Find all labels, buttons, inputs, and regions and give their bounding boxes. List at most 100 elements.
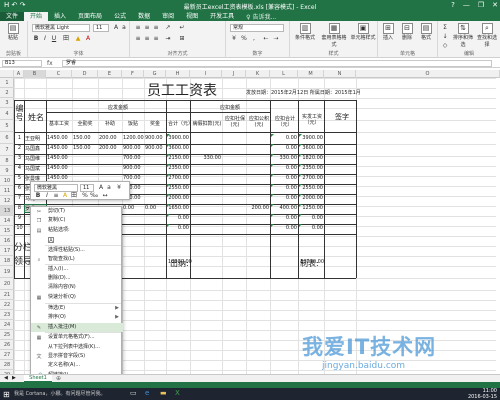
row-header[interactable]: 2 <box>0 88 14 98</box>
tell-me-box[interactable]: ♀ 告诉我... <box>240 12 276 21</box>
paste-button[interactable]: ▤ 粘贴 <box>3 23 23 41</box>
row-value[interactable]: 0.00 <box>271 145 297 151</box>
column-header[interactable]: N <box>324 70 356 78</box>
row-value[interactable]: 2550.00 <box>299 185 323 191</box>
column-header[interactable]: B <box>24 70 46 78</box>
row-value[interactable]: 2350.00 <box>167 165 189 171</box>
tab-review[interactable]: 审阅 <box>156 12 180 21</box>
context-menu-item[interactable]: 排序(O) ▶ <box>31 313 123 322</box>
align-left-icon[interactable]: ≡ <box>134 35 142 43</box>
row-value[interactable]: 2000.00 <box>299 195 323 201</box>
row-name[interactable]: 马国斌 <box>25 165 46 172</box>
row-header[interactable]: 5 <box>0 120 14 132</box>
align-top-icon[interactable]: ≡ <box>134 24 142 32</box>
column-header[interactable]: O <box>356 70 500 78</box>
context-menu-item[interactable]: ❐ 复制(C) <box>31 216 123 225</box>
row-value[interactable]: 0.00 <box>271 215 297 221</box>
font-size-select[interactable]: 11 <box>93 24 109 32</box>
row-header[interactable]: 8 <box>0 156 14 166</box>
prev-sheet-icon[interactable]: ◀ <box>4 375 8 381</box>
tab-developer[interactable]: 开发工具 <box>204 12 240 21</box>
header-subsidy[interactable]: 补助 <box>100 120 120 127</box>
minimize-icon[interactable]: — <box>463 1 470 9</box>
cell-styles-button[interactable]: ▣ 单元格样式 <box>350 23 376 41</box>
border-icon[interactable]: 田 <box>70 192 78 200</box>
row-value[interactable]: 900.00 <box>145 135 165 141</box>
header-allowance[interactable]: 全勤奖 <box>74 120 96 127</box>
row-value[interactable]: 0.00 <box>271 175 297 181</box>
increase-decimal-icon[interactable]: ⇠ <box>262 35 270 43</box>
column-header[interactable]: D <box>72 70 98 78</box>
row-header[interactable]: 12 <box>0 196 14 206</box>
conditional-format-button[interactable]: ▥ 条件格式 <box>292 23 318 41</box>
decrease-decimal-icon[interactable]: ⇢ <box>272 35 280 43</box>
tab-page-layout[interactable]: 页面布局 <box>72 12 108 21</box>
percent-icon[interactable]: % <box>81 192 89 200</box>
row-header[interactable]: 11 <box>0 186 14 196</box>
formula-input[interactable]: 罗睿 <box>62 60 492 67</box>
row-header[interactable]: 23 <box>0 310 14 320</box>
row-value[interactable]: 1450.00 <box>47 145 71 151</box>
context-menu-item[interactable]: 插入(I)... <box>31 265 123 274</box>
header-sick[interactable]: 病假扣款(元) <box>192 120 222 127</box>
sheet-tab[interactable]: Sheet1 <box>24 375 52 382</box>
row-value[interactable]: 3900.00 <box>167 135 189 141</box>
row-value[interactable]: 900.00 <box>123 165 143 171</box>
row-no[interactable]: 6 <box>15 185 24 191</box>
task-view-icon[interactable]: ▭ <box>130 389 137 397</box>
context-menu-item[interactable]: 清除内容(N) <box>31 283 123 292</box>
header-basic[interactable]: 基本工资 <box>48 120 70 127</box>
row-value[interactable]: 2700.00 <box>299 175 323 181</box>
row-value[interactable]: 1820.00 <box>299 155 323 161</box>
row-value[interactable]: 700.00 <box>123 155 143 161</box>
context-menu-item[interactable]: 选择性粘贴(S)... <box>31 246 123 255</box>
row-value[interactable]: 3900.00 <box>299 135 323 141</box>
font-color-icon[interactable]: A <box>84 35 92 43</box>
row-value[interactable]: 0.00 <box>145 205 165 211</box>
row-value[interactable]: 1450.00 <box>47 135 71 141</box>
tab-file[interactable]: 文件 <box>0 12 25 21</box>
italic-icon[interactable]: I <box>43 192 51 200</box>
wrap-text-icon[interactable]: ↵ <box>178 24 186 32</box>
percent-icon[interactable]: % <box>240 35 248 43</box>
row-header[interactable]: 14 <box>0 216 14 226</box>
row-value[interactable]: 200.00 <box>247 205 270 211</box>
header-bonus[interactable]: 奖金 <box>146 120 164 127</box>
fill-icon[interactable]: ↓ <box>441 33 449 41</box>
row-value[interactable]: 2700.00 <box>167 175 189 181</box>
row-value[interactable]: 330.00 <box>271 155 298 161</box>
row-value[interactable]: 3600.00 <box>167 145 189 151</box>
underline-icon[interactable]: U <box>50 35 58 43</box>
excel-taskbar-icon[interactable]: X <box>175 389 180 397</box>
header-sign[interactable]: 签字 <box>332 112 352 122</box>
context-menu-item[interactable]: ▦ 设置单元格格式(F)... <box>31 333 123 342</box>
shrink-font-icon[interactable]: a <box>105 184 113 192</box>
tab-insert[interactable]: 插入 <box>48 12 72 21</box>
row-value[interactable]: 330.00 <box>191 155 222 161</box>
sheet-title[interactable]: 员工工资表 <box>122 80 242 100</box>
select-all-corner[interactable] <box>0 70 14 78</box>
row-header[interactable]: 19 <box>0 266 14 278</box>
row-header[interactable]: 18 <box>0 256 14 266</box>
row-no[interactable]: 5 <box>15 175 24 181</box>
indent-icon[interactable]: ⇥ <box>164 35 172 43</box>
column-header[interactable]: F <box>122 70 144 78</box>
row-value[interactable]: 200.00 <box>99 135 121 141</box>
context-menu-item[interactable]: ✂ 剪切(T) <box>31 207 123 216</box>
row-value[interactable]: 2000.00 <box>167 195 189 201</box>
cashier-label[interactable]: 出纳: <box>170 258 210 269</box>
autosum-icon[interactable]: Σ <box>441 24 449 32</box>
row-value[interactable]: 0.00 <box>167 225 189 231</box>
row-value[interactable]: 200.00 <box>99 145 121 151</box>
row-value[interactable]: 400.00 <box>271 205 298 211</box>
context-menu-item[interactable]: ⌕ 智能查找(L) <box>31 255 123 264</box>
row-header[interactable]: 1 <box>0 78 14 88</box>
row-value[interactable]: 1250.00 <box>299 205 323 211</box>
align-right-icon[interactable]: ≡ <box>152 35 160 43</box>
help-icon[interactable]: ? <box>451 1 455 9</box>
restore-icon[interactable]: ❐ <box>478 1 484 9</box>
number-format-icon[interactable]: ¥ <box>115 184 123 192</box>
row-header[interactable]: 17 <box>0 246 14 256</box>
column-header[interactable]: E <box>98 70 122 78</box>
clear-icon[interactable]: ◇ <box>441 42 449 50</box>
